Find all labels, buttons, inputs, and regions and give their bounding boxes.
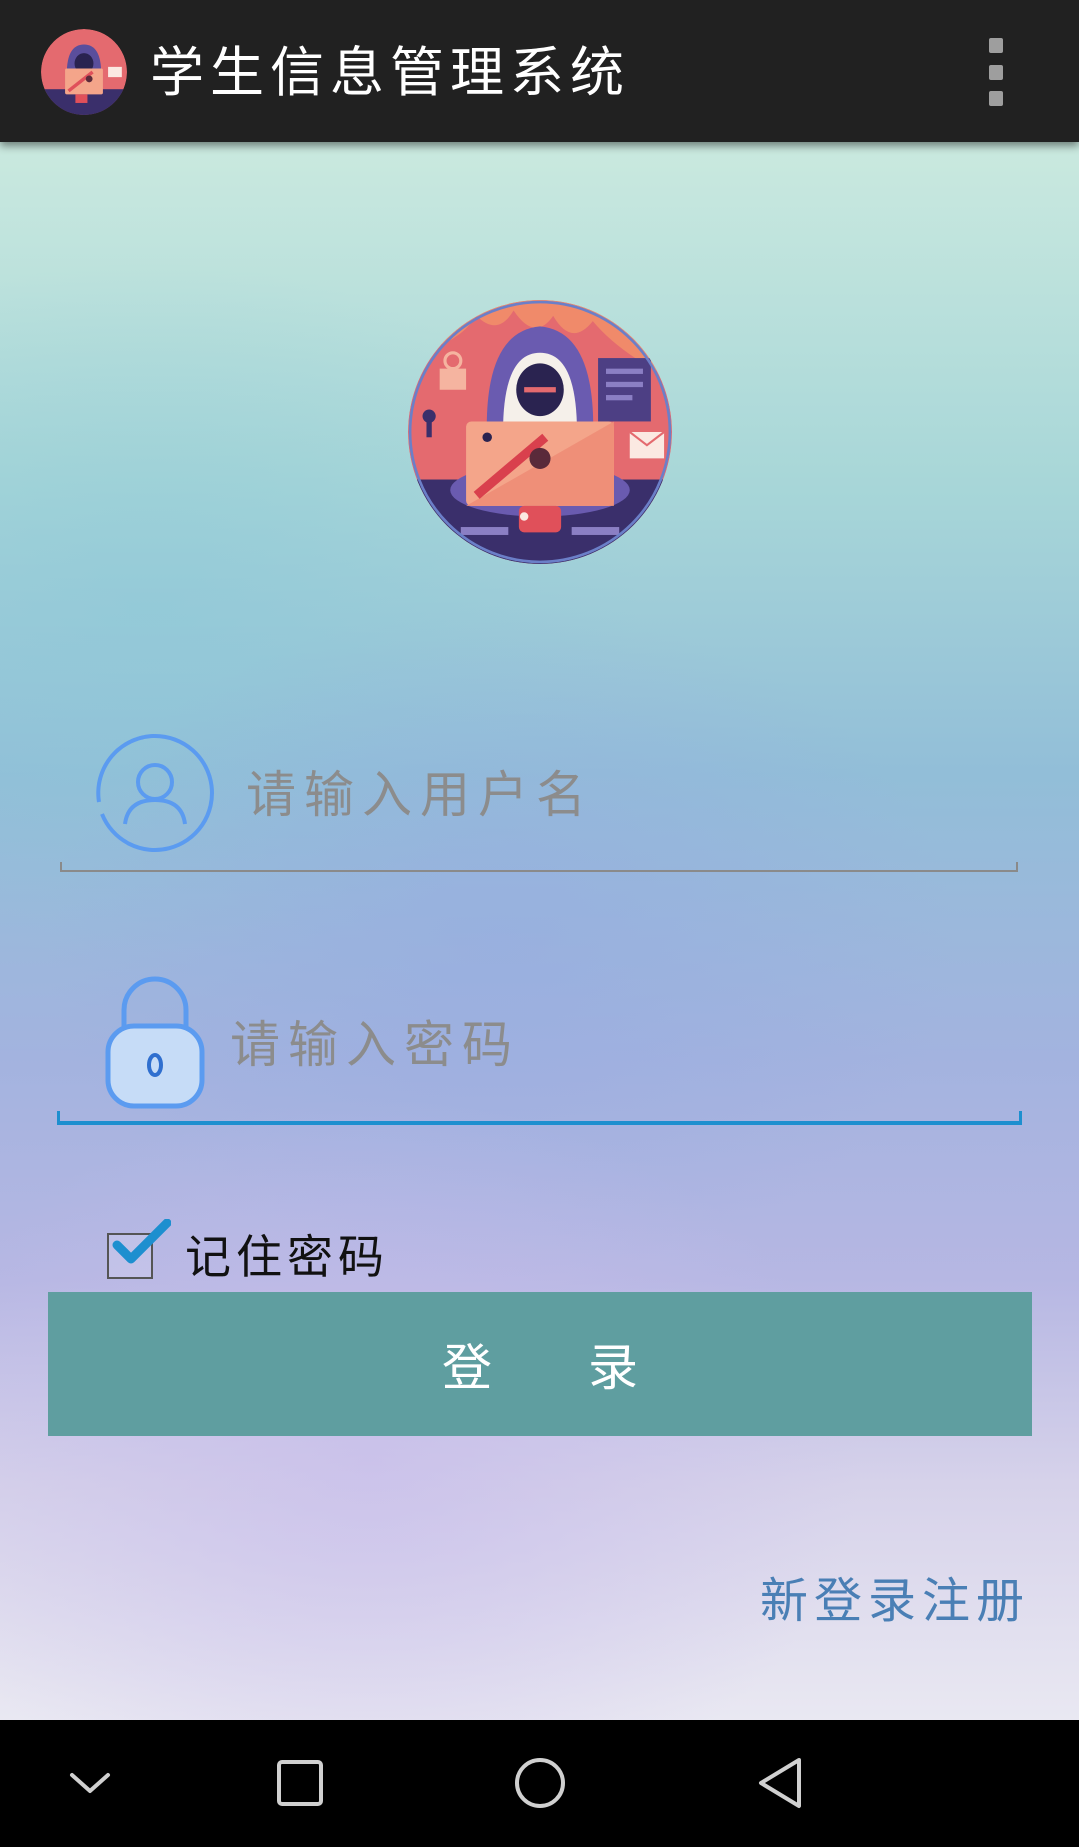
lock-icon <box>102 972 208 1110</box>
hacker-avatar-image <box>408 300 672 564</box>
recents-square-icon[interactable] <box>260 1743 340 1823</box>
password-input[interactable] <box>230 1007 1006 1083</box>
username-input[interactable] <box>246 757 1006 833</box>
menu-dot <box>989 91 1003 106</box>
collapse-chevron-icon[interactable] <box>50 1743 130 1823</box>
remember-password-row[interactable]: 记住密码 <box>107 1219 507 1289</box>
register-link[interactable]: 新登录注册 <box>760 1569 1030 1633</box>
menu-dot <box>989 64 1003 80</box>
username-underline <box>60 862 1018 872</box>
app-bar: 学生信息管理系统 <box>0 0 1079 142</box>
user-circle-icon <box>94 732 216 854</box>
home-circle-icon[interactable] <box>500 1743 580 1823</box>
remember-password-label: 记住密码 <box>185 1230 389 1284</box>
checkmark-icon <box>112 1219 171 1264</box>
password-underline <box>57 1111 1022 1125</box>
login-screen: 记住密码 登 录 新登录注册 <box>0 142 1079 1720</box>
login-button[interactable]: 登 录 <box>48 1292 1032 1436</box>
menu-dot <box>989 38 1003 53</box>
more-vertical-icon[interactable] <box>978 38 1014 106</box>
hacker-avatar-icon <box>41 29 127 115</box>
back-triangle-icon[interactable] <box>740 1743 820 1823</box>
app-title: 学生信息管理系统 <box>150 41 630 104</box>
navigation-bar <box>0 1720 1079 1847</box>
